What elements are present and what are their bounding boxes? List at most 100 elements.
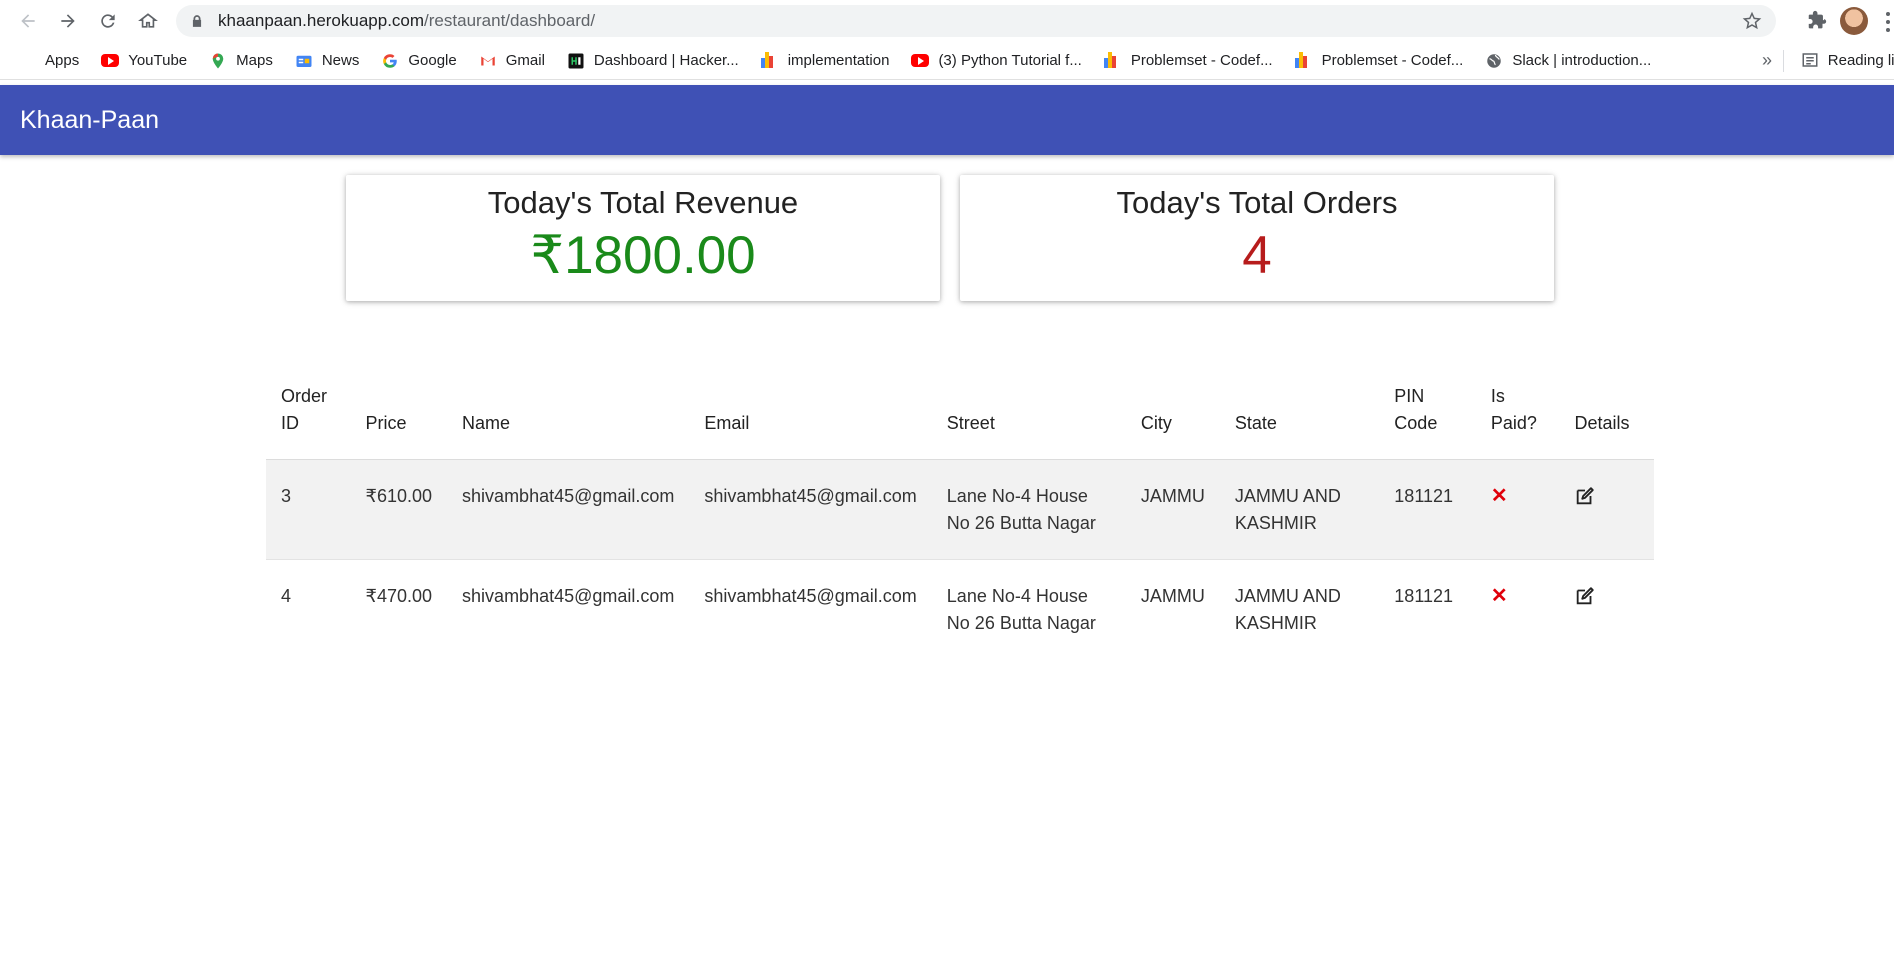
bar-chart-icon	[1294, 51, 1313, 70]
column-header: PIN Code	[1379, 373, 1476, 460]
lock-icon	[192, 15, 202, 27]
bookmark-label: implementation	[787, 52, 890, 69]
reload-button[interactable]	[92, 5, 124, 37]
column-header: Name	[447, 373, 690, 460]
hackerrank-icon	[568, 53, 584, 68]
cell-street: Lane No-4 House No 26 Butta Nagar	[946, 586, 1096, 633]
profile-avatar[interactable]	[1840, 7, 1868, 35]
cell-pin: 181121	[1394, 586, 1454, 606]
column-header: Is Paid?	[1475, 373, 1560, 460]
bookmark-gmail[interactable]: Gmail	[479, 52, 545, 70]
youtube-icon	[911, 54, 930, 67]
revenue-value: ₹1800.00	[530, 226, 756, 285]
bookmark-codeforces-2[interactable]: Problemset - Codef...	[1294, 51, 1464, 70]
browser-menu-icon[interactable]	[1886, 12, 1892, 32]
back-button[interactable]	[12, 5, 44, 37]
column-header-text: ID	[281, 413, 299, 433]
cell-is-paid: ✕	[1476, 560, 1560, 660]
url-path: /restaurant/dashboard/	[424, 11, 596, 30]
cell-order-id: 4	[281, 586, 292, 606]
column-header-text: Email	[704, 413, 750, 433]
app-header: Khaan-Paan	[0, 85, 1894, 155]
column-header-text: Price	[365, 413, 407, 433]
cell-price: ₹610.00	[350, 459, 448, 560]
cell-name: shivambhat45@gmail.com	[462, 586, 675, 606]
gmail-icon	[480, 56, 495, 65]
bookmark-label: (3) Python Tutorial f...	[938, 52, 1082, 69]
home-button[interactable]	[132, 5, 164, 37]
arrow-left-icon	[21, 14, 35, 28]
cell-street: Lane No-4 House No 26 Butta Nagar	[931, 459, 1126, 560]
edit-icon[interactable]	[1574, 585, 1596, 607]
bookmark-label: Apps	[45, 52, 80, 69]
column-header-text: Paid?	[1490, 413, 1537, 433]
cell-order-id: 3	[266, 459, 351, 560]
bookmark-youtube[interactable]: YouTube	[101, 52, 187, 69]
column-header-text: PIN	[1394, 386, 1425, 406]
url-text: khaanpaan.herokuapp.com/restaurant/dashb…	[218, 11, 595, 31]
column-header-text: Street	[946, 413, 995, 433]
edit-icon[interactable]	[1574, 485, 1596, 507]
orders-title: Today's Total Orders	[1116, 185, 1398, 220]
bookmark-implementation[interactable]: implementation	[760, 51, 890, 70]
bookmark-label: Maps	[236, 52, 273, 69]
bookmarks-bar: Apps YouTube Maps News Google Gmail Dash…	[0, 42, 1894, 80]
column-header: Email	[689, 373, 932, 460]
column-header-text: State	[1234, 413, 1277, 433]
globe-icon	[1487, 53, 1502, 68]
column-header: Order ID	[266, 373, 351, 460]
forward-button[interactable]	[52, 5, 84, 37]
bookmark-slack[interactable]: Slack | introduction...	[1485, 52, 1651, 70]
bookmark-label: Dashboard | Hacker...	[593, 52, 739, 69]
browser-toolbar: khaanpaan.herokuapp.com/restaurant/dashb…	[0, 0, 1894, 42]
bookmark-codeforces-1[interactable]: Problemset - Codef...	[1103, 51, 1273, 70]
arrow-right-icon	[61, 14, 75, 28]
revenue-title: Today's Total Revenue	[487, 185, 799, 220]
unpaid-x-icon: ✕	[1490, 585, 1508, 607]
column-header-text: Is	[1490, 386, 1505, 406]
bookmark-label: Problemset - Codef...	[1130, 52, 1273, 69]
bookmark-news[interactable]: News	[295, 52, 359, 70]
cell-city: JAMMU	[1140, 586, 1205, 606]
column-header: Details	[1559, 373, 1654, 460]
unpaid-x-icon: ✕	[1490, 485, 1508, 507]
brand-title[interactable]: Khaan-Paan	[20, 106, 159, 135]
url-host: khaanpaan.herokuapp.com	[218, 11, 425, 30]
bookmark-label: Problemset - Codef...	[1321, 52, 1464, 69]
cell-details	[1559, 560, 1654, 660]
google-g-icon	[383, 53, 398, 68]
orders-table: Order ID Price Name Email Street City State PIN C…	[266, 373, 1654, 659]
bookmark-star-icon[interactable]	[1742, 11, 1762, 31]
cell-city: JAMMU	[1125, 459, 1220, 560]
cell-state: JAMMU AND KASHMIR	[1219, 459, 1380, 560]
maps-pin-icon	[212, 53, 224, 68]
news-icon	[296, 55, 312, 67]
bookmark-label: Gmail	[505, 52, 545, 69]
address-bar[interactable]: khaanpaan.herokuapp.com/restaurant/dashb…	[176, 5, 1776, 37]
orders-card: Today's Total Orders 4	[960, 175, 1554, 301]
orders-count: 4	[1242, 226, 1272, 285]
reading-list-icon	[1802, 53, 1818, 67]
more-bookmarks-icon[interactable]: »	[1762, 50, 1772, 71]
bar-chart-icon	[1103, 51, 1122, 70]
table-row: 3 ₹610.00 shivambhat45@gmail.com shivambhat…	[266, 459, 1654, 560]
bookmark-apps[interactable]: Apps	[18, 52, 79, 70]
bookmark-google[interactable]: Google	[381, 52, 457, 70]
extensions-puzzle-icon[interactable]	[1806, 10, 1828, 32]
cell-is-paid: ✕	[1475, 459, 1560, 560]
cell-state: JAMMU AND KASHMIR	[1234, 586, 1341, 633]
cell-name: shivambhat45@gmail.com	[447, 459, 690, 560]
cell-price: ₹470.00	[365, 586, 433, 606]
cell-details	[1559, 459, 1654, 560]
table-row: 4 ₹470.00 shivambhat45@gmail.com shivambhat…	[266, 560, 1654, 660]
reading-list-button[interactable]: Reading lis	[1801, 51, 1894, 69]
cell-email: shivambhat45@gmail.com	[704, 586, 917, 606]
column-header-text: Order	[281, 386, 328, 406]
bookmark-hackerrank[interactable]: Dashboard | Hacker...	[567, 52, 739, 70]
bookmark-python-tutorial[interactable]: (3) Python Tutorial f...	[911, 52, 1082, 69]
reload-icon	[101, 14, 115, 28]
column-header-text: City	[1140, 413, 1172, 433]
bookmark-maps[interactable]: Maps	[209, 52, 273, 70]
bar-chart-icon	[760, 51, 779, 70]
column-header-text: Name	[462, 413, 511, 433]
